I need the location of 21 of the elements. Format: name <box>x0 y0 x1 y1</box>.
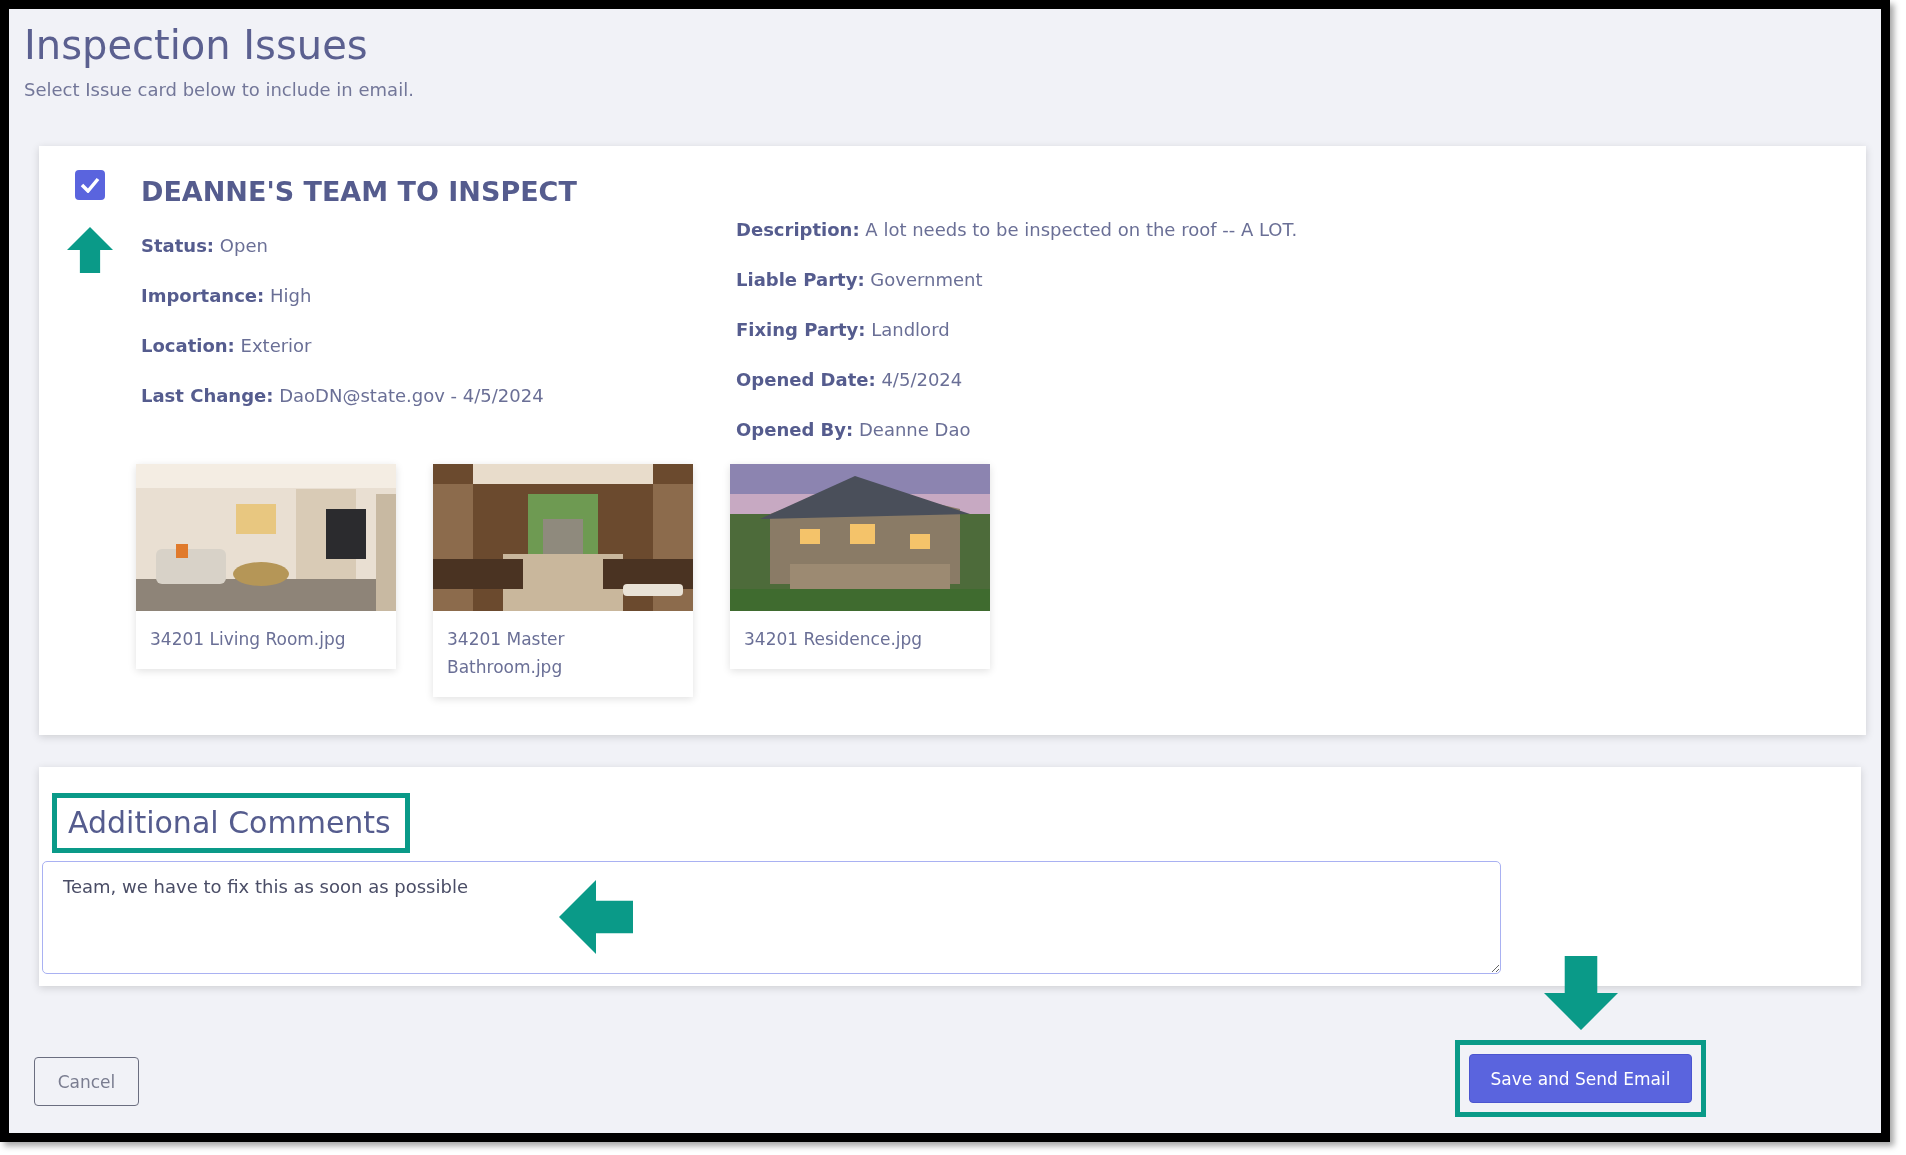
photo-caption: 34201 Living Room.jpg <box>149 628 347 651</box>
detail-text: Opened Date: 4/5/2024 <box>736 368 964 392</box>
send-email-button[interactable]: Save and Send Email <box>1469 1054 1692 1103</box>
photo-caption: 34201 Master Bathroom.jpg <box>446 628 566 679</box>
cancel-button[interactable]: Cancel <box>34 1057 139 1106</box>
card-title: DEANNE'S TEAM TO INSPECT <box>141 175 578 209</box>
detail-text: Fixing Party: Landlord <box>736 318 951 342</box>
detail-text: Opened By: Deanne Dao <box>736 418 972 442</box>
comments-field[interactable]: Team, we have to fix this as soon as possible <box>42 861 1501 974</box>
checkmark-icon <box>80 177 100 193</box>
detail-text: Description: A lot needs to be inspected on the roof -- A LOT. <box>736 218 1298 242</box>
detail-text: Status: Open <box>141 234 269 258</box>
detail-text: Liable Party: Government <box>736 268 984 292</box>
checkbox[interactable] <box>75 170 105 200</box>
page-subtitle: Select Issue card below to include in email. <box>24 79 415 100</box>
detail-text: Last Change: DaoDN@state.gov - 4/5/2024 <box>141 384 545 408</box>
page-title: Inspection Issues <box>24 21 369 69</box>
photo-caption: 34201 Residence.jpg <box>743 628 924 651</box>
detail-text: Location: Exterior <box>141 334 313 358</box>
comments-heading: Additional Comments <box>68 804 391 842</box>
detail-text: Importance: High <box>141 284 313 308</box>
